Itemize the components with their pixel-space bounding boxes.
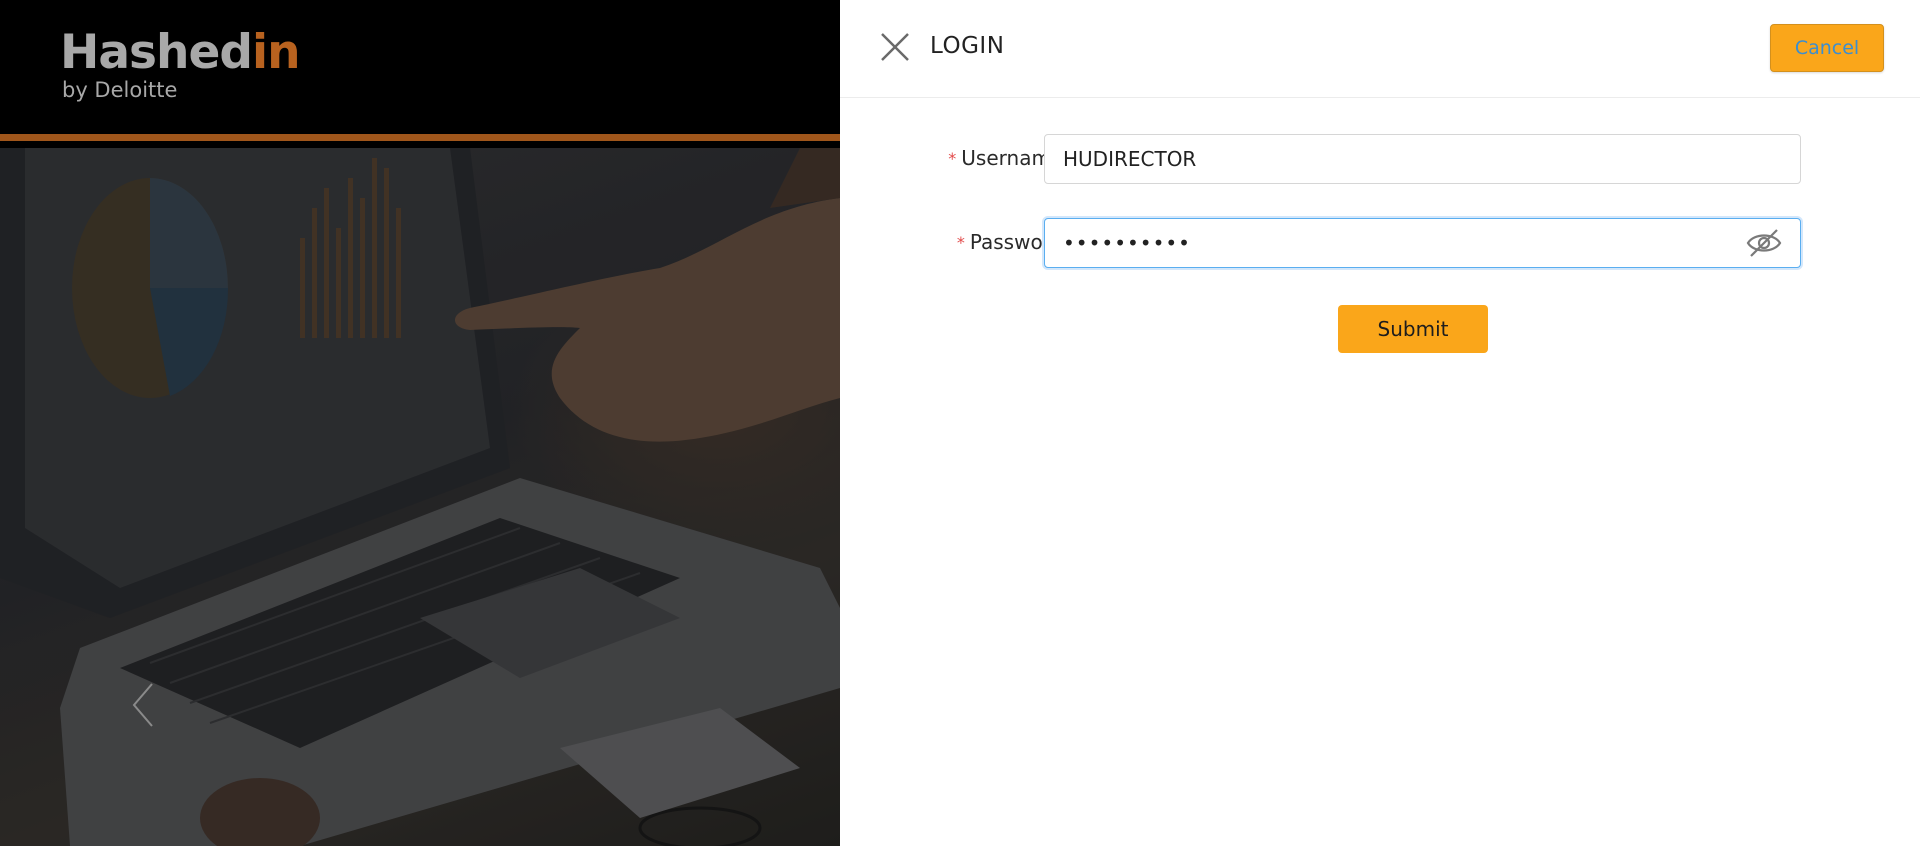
carousel-prev-button[interactable] <box>128 680 158 730</box>
password-input[interactable] <box>1044 218 1801 268</box>
password-visibility-toggle[interactable] <box>1745 226 1783 260</box>
brand-header: Hashedin by Deloitte <box>0 0 840 141</box>
hashedin-logo: Hashedin by Deloitte <box>60 25 301 103</box>
hero-panel: Hashedin by Deloitte <box>0 0 840 846</box>
required-mark: * <box>948 149 957 168</box>
username-input[interactable] <box>1044 134 1801 184</box>
submit-button[interactable]: Submit <box>1338 305 1488 353</box>
logo-wordmark-main: Hashed <box>60 25 253 80</box>
logo-wordmark: Hashedin <box>60 25 301 80</box>
login-panel: LOGIN Cancel *Username: *Password: Submi… <box>840 0 1920 846</box>
logo-wordmark-accent: in <box>252 25 301 80</box>
hero-dim-overlay <box>0 148 840 846</box>
login-header: LOGIN Cancel <box>840 0 1920 98</box>
cancel-button[interactable]: Cancel <box>1770 24 1884 72</box>
close-button[interactable] <box>878 30 912 64</box>
logo-subtitle: by Deloitte <box>62 78 178 102</box>
password-row: *Password: <box>840 218 1920 268</box>
required-mark: * <box>956 233 965 252</box>
login-title: LOGIN <box>930 33 1005 59</box>
hero-image <box>0 148 840 846</box>
chevron-left-icon <box>132 683 153 727</box>
username-row: *Username: <box>840 134 1920 184</box>
close-icon <box>881 33 909 61</box>
eye-slash-icon <box>1746 229 1782 257</box>
